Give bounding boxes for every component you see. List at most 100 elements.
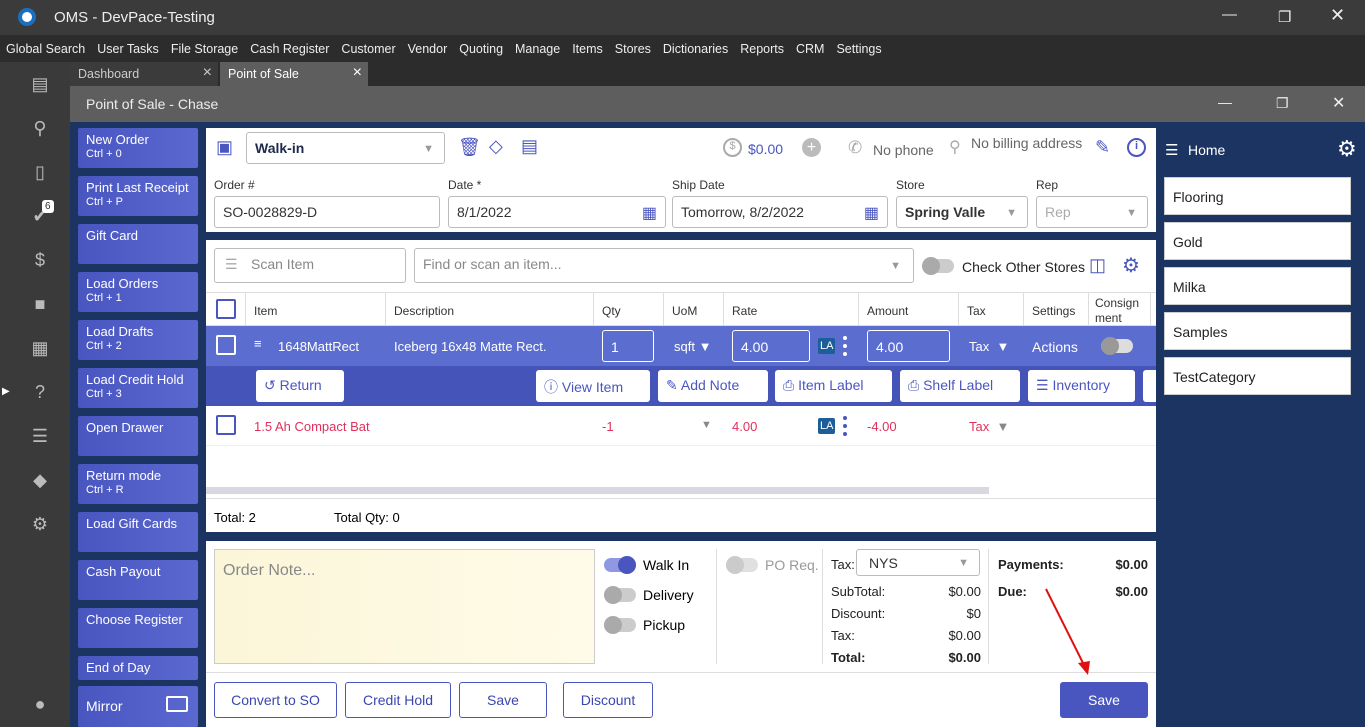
- col-qty[interactable]: Qty: [594, 293, 664, 327]
- store-select[interactable]: Spring Valle ▼: [896, 196, 1028, 228]
- print-last-receipt-button[interactable]: Print Last Receipt Ctrl + P: [78, 176, 198, 216]
- col-rate[interactable]: Rate: [724, 293, 859, 327]
- category-testcategory[interactable]: TestCategory: [1164, 357, 1351, 395]
- col-uom[interactable]: UoM: [664, 293, 724, 327]
- scan-item-input[interactable]: ☰ Scan Item: [214, 248, 406, 283]
- view-item-button[interactable]: ⓘ View Item: [536, 370, 650, 402]
- amount-input[interactable]: 4.00: [867, 330, 950, 362]
- restore-button[interactable]: ❐: [1278, 8, 1291, 26]
- return-button[interactable]: ↺ Return: [256, 370, 344, 402]
- load-credit-hold-button[interactable]: Load Credit Hold Ctrl + 3: [78, 368, 198, 408]
- calendar-icon[interactable]: ▦: [864, 203, 879, 223]
- minimize-button[interactable]: —: [1222, 6, 1237, 23]
- menu-manage[interactable]: Manage: [515, 42, 560, 56]
- po-required-toggle[interactable]: [726, 556, 758, 574]
- order-note-input[interactable]: Order Note...: [214, 549, 595, 664]
- category-gold[interactable]: Gold: [1164, 222, 1351, 260]
- tax-select[interactable]: Tax ▼: [969, 419, 1009, 434]
- horizontal-scrollbar[interactable]: [206, 487, 989, 494]
- pickup-toggle[interactable]: [604, 616, 636, 634]
- menu-crm[interactable]: CRM: [796, 42, 824, 56]
- inventory-button[interactable]: ☰ Inventory: [1028, 370, 1135, 402]
- category-milka[interactable]: Milka: [1164, 267, 1351, 305]
- uom-select[interactable]: sqft ▼: [674, 339, 711, 354]
- dashboard-icon[interactable]: ▤: [28, 74, 52, 98]
- category-flooring[interactable]: Flooring: [1164, 177, 1351, 215]
- col-description[interactable]: Description: [386, 293, 594, 327]
- find-item-input[interactable]: Find or scan an item... ▼: [414, 248, 914, 283]
- shelf-label-button[interactable]: ⎙ Shelf Label: [900, 370, 1020, 402]
- col-settings[interactable]: Settings: [1024, 293, 1089, 327]
- order-number-field[interactable]: SO-0028829-D: [214, 196, 440, 228]
- delivery-toggle[interactable]: [604, 586, 636, 604]
- convert-to-so-button[interactable]: Convert to SO: [214, 682, 337, 718]
- menu-icon[interactable]: ☰: [1165, 141, 1178, 159]
- save-button[interactable]: Save: [1060, 682, 1148, 718]
- window-minimize-button[interactable]: —: [1218, 94, 1232, 110]
- settings-gear-icon[interactable]: ⚙: [1122, 253, 1140, 278]
- menu-items[interactable]: Items: [572, 42, 603, 56]
- table-row-selected[interactable]: ≡ 1648MattRect Iceberg 16x48 Matte Rect.…: [206, 326, 1156, 366]
- menu-global-search[interactable]: Global Search: [6, 42, 85, 56]
- contact-icon[interactable]: ■: [28, 294, 52, 318]
- user-icon[interactable]: ●: [28, 694, 52, 718]
- rate-value[interactable]: 4.00: [732, 419, 757, 434]
- gift-card-button[interactable]: Gift Card: [78, 224, 198, 264]
- check-other-stores-toggle[interactable]: [922, 257, 954, 275]
- item-label-button[interactable]: ⎙ Item Label: [775, 370, 892, 402]
- row-checkbox[interactable]: [216, 415, 236, 435]
- discount-button[interactable]: Discount: [563, 682, 653, 718]
- load-drafts-button[interactable]: Load Drafts Ctrl + 2: [78, 320, 198, 360]
- expand-arrow-icon[interactable]: ▶: [2, 386, 10, 397]
- tax-select[interactable]: Tax ▼: [969, 339, 1009, 354]
- close-button[interactable]: ✕: [1330, 5, 1345, 26]
- col-tax[interactable]: Tax: [959, 293, 1024, 327]
- credit-hold-button[interactable]: Credit Hold: [345, 682, 451, 718]
- return-mode-button[interactable]: Return mode Ctrl + R: [78, 464, 198, 504]
- qty-input[interactable]: 1: [602, 330, 654, 362]
- menu-user-tasks[interactable]: User Tasks: [97, 42, 159, 56]
- cash-payout-button[interactable]: Cash Payout: [78, 560, 198, 600]
- clipboard-question-icon[interactable]: ?: [28, 382, 52, 406]
- col-item[interactable]: Item: [246, 293, 386, 327]
- add-circle-icon[interactable]: +: [802, 138, 821, 157]
- load-orders-button[interactable]: Load Orders Ctrl + 1: [78, 272, 198, 312]
- menu-dictionaries[interactable]: Dictionaries: [663, 42, 728, 56]
- menu-reports[interactable]: Reports: [740, 42, 784, 56]
- menu-stores[interactable]: Stores: [615, 42, 651, 56]
- close-tab-icon[interactable]: ×: [353, 64, 362, 82]
- date-field[interactable]: 8/1/2022 ▦: [448, 196, 666, 228]
- rep-select[interactable]: Rep ▼: [1036, 196, 1148, 228]
- col-consignment[interactable]: Consign ment: [1089, 293, 1151, 327]
- uom-select[interactable]: ▼: [701, 419, 712, 431]
- folder-icon[interactable]: ▯: [28, 162, 52, 186]
- tax-code-select[interactable]: NYS ▼: [856, 549, 980, 576]
- contact-card-icon[interactable]: ▣: [216, 137, 233, 158]
- search-icon[interactable]: ⚲: [28, 118, 52, 142]
- tag-icon[interactable]: ◇: [489, 136, 503, 157]
- more-actions-button[interactable]: [1143, 370, 1156, 402]
- menu-cash-register[interactable]: Cash Register: [250, 42, 329, 56]
- open-drawer-button[interactable]: Open Drawer: [78, 416, 198, 456]
- category-settings-gear-icon[interactable]: ⚙: [1337, 136, 1357, 162]
- row-checkbox[interactable]: [216, 335, 236, 355]
- ship-date-field[interactable]: Tomorrow, 8/2/2022 ▦: [672, 196, 888, 228]
- clipboard-icon[interactable]: ☰: [28, 426, 52, 450]
- window-close-button[interactable]: ✕: [1332, 93, 1345, 113]
- more-menu-icon[interactable]: [843, 416, 847, 436]
- mirror-button[interactable]: Mirror: [78, 686, 198, 727]
- trash-icon[interactable]: 🗑: [458, 137, 481, 158]
- menu-quoting[interactable]: Quoting: [459, 42, 503, 56]
- gear-icon[interactable]: ⚙: [28, 514, 52, 538]
- new-order-button[interactable]: New Order Ctrl + 0: [78, 128, 198, 168]
- table-row[interactable]: 1.5 Ah Compact Bat -1 ▼ 4.00 LA -4.00 Ta…: [206, 406, 1156, 446]
- more-menu-icon[interactable]: [843, 336, 847, 356]
- add-to-list-icon[interactable]: ◫: [1089, 255, 1106, 276]
- store-icon[interactable]: ▦: [28, 338, 52, 362]
- add-note-button[interactable]: ✎ Add Note: [658, 370, 768, 402]
- category-samples[interactable]: Samples: [1164, 312, 1351, 350]
- calendar-icon[interactable]: ▦: [642, 203, 657, 223]
- home-label[interactable]: Home: [1188, 142, 1225, 158]
- dollar-icon[interactable]: $: [28, 250, 52, 274]
- receipt-icon[interactable]: ▤: [521, 136, 538, 157]
